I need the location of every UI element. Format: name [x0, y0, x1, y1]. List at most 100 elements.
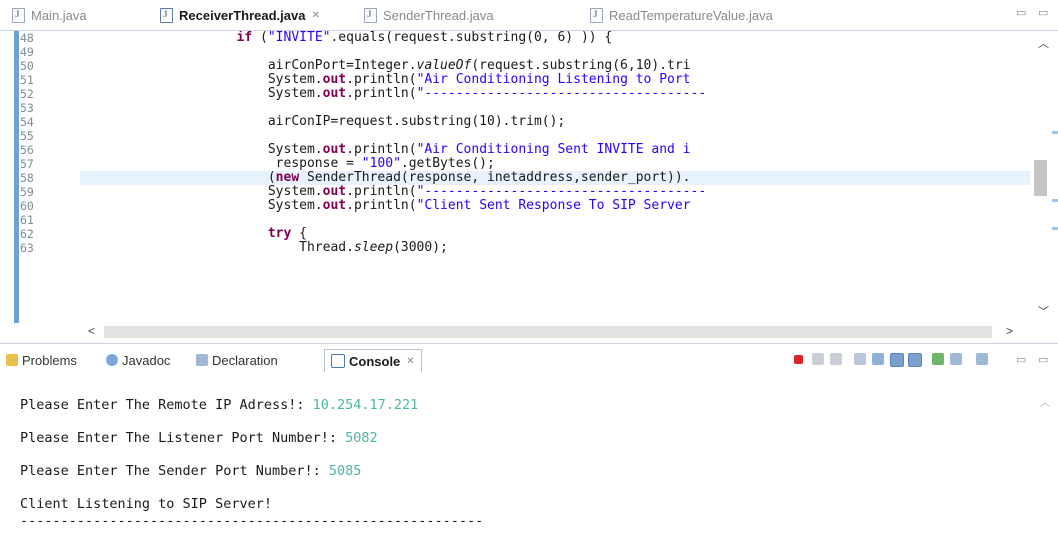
code-line: System.out.println("Air Conditioning Lis…	[80, 72, 691, 87]
close-tab-icon[interactable]: ✕	[311, 10, 319, 21]
code-line: Thread.sleep(3000);	[80, 240, 448, 255]
scroll-left-icon[interactable]: <	[88, 324, 95, 338]
code-line: response = "100".getBytes();	[80, 156, 495, 171]
line-number: 61	[20, 213, 34, 227]
tab-label: Main.java	[31, 7, 87, 23]
console-separator: ----------------------------------------…	[20, 513, 484, 529]
console-input: 10.254.17.221	[312, 397, 419, 413]
code-line: airConPort=Integer.valueOf(request.subst…	[80, 58, 691, 73]
line-number: 60	[20, 199, 34, 213]
open-console-icon[interactable]	[976, 353, 988, 365]
tab-declaration[interactable]: Declaration	[196, 350, 278, 370]
tab-label: Console	[349, 353, 401, 369]
console-input: 5085	[328, 463, 362, 479]
overview-ruler-marker[interactable]	[1052, 199, 1058, 202]
scrollbar-thumb[interactable]	[1034, 160, 1047, 196]
code-line: System.out.println("Air Conditioning Sen…	[80, 142, 691, 157]
console-input: 5082	[345, 430, 378, 446]
scrollbar-thumb[interactable]	[104, 326, 992, 338]
line-number: 56	[20, 143, 34, 157]
line-number-gutter: 48 49 50 51 52 53 54 55 56 57 58 59 60 6…	[20, 31, 80, 323]
code-line: System.out.println("Client Sent Response…	[80, 198, 691, 213]
console-icon	[331, 354, 345, 368]
code-line: try {	[267, 226, 307, 241]
line-number: 53	[20, 101, 34, 115]
line-number: 50	[20, 59, 34, 73]
display-console-icon[interactable]	[950, 353, 962, 365]
scroll-right-icon[interactable]: >	[1006, 324, 1013, 338]
code-line: airConIP=request.substring(10).trim();	[80, 114, 566, 129]
line-number: 62	[20, 227, 34, 241]
code-line: System.out.println("--------------------…	[80, 86, 707, 101]
editor-tab-bar: Main.java ReceiverThread.java ✕ SenderTh…	[0, 0, 1058, 31]
java-file-icon	[160, 7, 173, 23]
editor-vertical-scrollbar[interactable]: ︿ ﹀	[1030, 31, 1058, 323]
declaration-icon	[196, 354, 208, 366]
line-number: 55	[20, 129, 34, 143]
close-tab-icon[interactable]: ✕	[406, 356, 414, 367]
scroll-up-icon[interactable]: ︿	[1040, 394, 1050, 409]
remove-launch-icon[interactable]	[812, 353, 824, 365]
problems-icon	[6, 354, 18, 366]
tab-label: Javadoc	[122, 352, 171, 368]
minimize-icon[interactable]: ▭	[1016, 6, 1026, 19]
code-text-area[interactable]: if ("INVITE".equals(request.substring(0,…	[80, 31, 1030, 323]
console-output[interactable]: Please Enter The Remote IP Adress!: 10.2…	[0, 376, 1058, 541]
line-number: 49	[20, 45, 34, 59]
tab-receiverthread-java[interactable]: ReceiverThread.java ✕	[160, 4, 320, 26]
maximize-icon[interactable]: ▭	[1038, 6, 1048, 19]
tab-senderthread-java[interactable]: SenderThread.java	[364, 4, 494, 26]
line-number: 52	[20, 87, 34, 101]
tab-problems[interactable]: Problems	[6, 350, 77, 370]
panel-tab-bar: Problems Javadoc Declaration Console ✕ ▭…	[0, 343, 1058, 377]
line-number: 57	[20, 157, 34, 171]
scroll-lock-icon[interactable]	[872, 353, 884, 365]
console-line: Please Enter The Remote IP Adress!: 10.2…	[20, 396, 418, 414]
tab-label: ReceiverThread.java	[179, 7, 306, 23]
line-number: 54	[20, 115, 34, 129]
editor-horizontal-scrollbar[interactable]: < >	[80, 323, 1030, 341]
line-number: 63	[20, 241, 34, 255]
pin-console-icon[interactable]	[932, 353, 944, 365]
console-prompt: Please Enter The Listener Port Number!:	[20, 430, 346, 446]
code-line: System.out.println("--------------------…	[80, 184, 707, 199]
tab-readtemperaturevalue-java[interactable]: ReadTemperatureValue.java	[590, 4, 773, 26]
tab-javadoc[interactable]: Javadoc	[106, 350, 170, 370]
tab-console[interactable]: Console ✕	[324, 349, 422, 372]
java-file-icon	[364, 7, 377, 23]
tab-label: Declaration	[212, 352, 278, 368]
console-line: Please Enter The Sender Port Number!: 50…	[20, 462, 361, 480]
overview-ruler-marker[interactable]	[1052, 131, 1058, 134]
line-number: 51	[20, 73, 34, 87]
tab-label: Problems	[22, 352, 77, 368]
java-file-icon	[12, 7, 25, 23]
line-number: 58	[20, 171, 34, 185]
minimize-icon[interactable]: ▭	[1016, 353, 1026, 366]
console-line: Client Listening to SIP Server!	[20, 495, 272, 513]
code-line: (new SenderThread(response, inetaddress,…	[80, 170, 691, 185]
maximize-icon[interactable]: ▭	[1038, 353, 1048, 366]
javadoc-icon	[106, 354, 118, 366]
console-prompt: Please Enter The Sender Port Number!:	[20, 463, 329, 479]
console-line: Please Enter The Listener Port Number!: …	[20, 429, 378, 447]
remove-all-terminated-icon[interactable]	[830, 353, 842, 365]
terminate-icon[interactable]	[794, 355, 803, 364]
tab-label: ReadTemperatureValue.java	[609, 7, 773, 23]
editor-left-ruler	[14, 31, 19, 323]
show-console-stdout-icon[interactable]	[890, 353, 904, 367]
scroll-up-icon[interactable]: ︿	[1038, 35, 1049, 51]
overview-ruler-marker[interactable]	[1052, 227, 1058, 230]
show-console-stderr-icon[interactable]	[908, 353, 922, 367]
code-editor[interactable]: 48 49 50 51 52 53 54 55 56 57 58 59 60 6…	[0, 31, 1058, 323]
line-number: 59	[20, 185, 34, 199]
scroll-down-icon[interactable]: ﹀	[1038, 303, 1049, 319]
code-line: if ("INVITE".equals(request.substring(0,…	[236, 31, 613, 45]
tab-main-java[interactable]: Main.java	[12, 4, 87, 26]
java-file-icon	[590, 7, 603, 23]
console-prompt: Please Enter The Remote IP Adress!:	[20, 397, 313, 413]
clear-console-icon[interactable]	[854, 353, 866, 365]
